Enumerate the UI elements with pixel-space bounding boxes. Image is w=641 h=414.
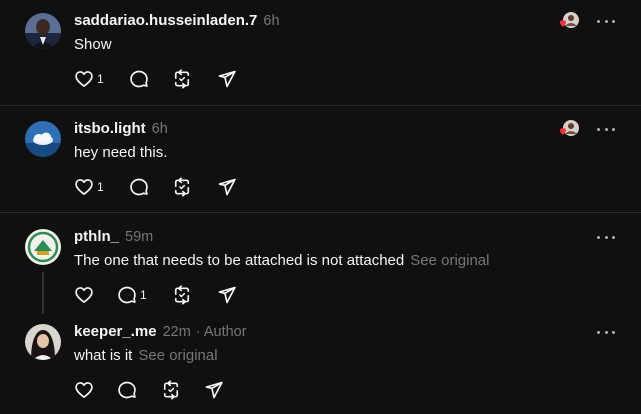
post-text-content: what is it	[74, 347, 133, 364]
more-options-button[interactable]	[597, 15, 615, 27]
username[interactable]: saddariao.husseinladen.7 6h	[74, 12, 280, 29]
post-text-content: The one that needs to be attached is not…	[74, 252, 405, 269]
heart-icon	[75, 179, 93, 195]
green-logo-avatar-icon	[25, 229, 61, 265]
avatar[interactable]	[25, 229, 61, 265]
reply-button[interactable]	[129, 68, 149, 90]
post-text: hey need this.	[74, 144, 168, 161]
username-text[interactable]: itsbo.light	[74, 120, 146, 137]
timestamp: 6h	[151, 121, 168, 137]
username[interactable]: pthln_ 59m	[74, 228, 153, 245]
send-icon	[218, 286, 236, 304]
author-label: · Author	[195, 324, 247, 340]
send-icon	[218, 178, 236, 196]
more-options-button[interactable]	[597, 231, 615, 243]
divider	[0, 212, 641, 213]
share-button[interactable]	[204, 379, 224, 401]
like-button[interactable]: 1	[74, 176, 104, 198]
repost-button[interactable]	[172, 284, 192, 306]
reply-button[interactable]	[117, 379, 137, 401]
timestamp: 59m	[125, 229, 154, 245]
username-text[interactable]: pthln_	[74, 228, 119, 245]
reply-button[interactable]: 1	[117, 284, 147, 306]
post-text: Show	[74, 36, 112, 53]
woman-portrait-avatar-icon	[25, 324, 61, 360]
see-original-link[interactable]: See original	[138, 347, 217, 364]
repost-button[interactable]	[172, 68, 192, 90]
repost-button[interactable]	[161, 379, 181, 401]
like-count: 1	[97, 180, 104, 194]
heart-icon	[75, 287, 93, 303]
cloud-avatar-icon	[25, 121, 61, 157]
timestamp: 6h	[263, 13, 280, 29]
divider	[0, 105, 641, 106]
post-text: The one that needs to be attached is not…	[74, 252, 489, 269]
like-button[interactable]: 1	[74, 68, 104, 90]
share-button[interactable]	[217, 176, 237, 198]
avatar[interactable]	[25, 121, 61, 157]
liked-by-author-badge[interactable]	[558, 119, 582, 139]
thread-line	[42, 272, 44, 314]
send-icon	[218, 70, 236, 88]
comment-icon	[130, 70, 148, 88]
repost-button[interactable]	[172, 176, 192, 198]
share-button[interactable]	[217, 284, 237, 306]
reply-button[interactable]	[129, 176, 149, 198]
repost-icon	[174, 69, 190, 89]
repost-icon	[163, 380, 179, 400]
heart-icon	[75, 71, 93, 87]
repost-icon	[174, 285, 190, 305]
man-portrait-avatar-icon	[25, 13, 61, 49]
liked-avatar-heart-icon	[559, 120, 579, 136]
avatar[interactable]	[25, 13, 61, 49]
liked-by-author-badge[interactable]	[558, 11, 582, 31]
comment-icon	[118, 381, 136, 399]
more-options-button[interactable]	[597, 326, 615, 338]
comment-icon	[130, 178, 148, 196]
username[interactable]: itsbo.light 6h	[74, 120, 168, 137]
repost-icon	[174, 177, 190, 197]
heart-icon	[75, 382, 93, 398]
reply-count: 1	[140, 288, 147, 302]
like-button[interactable]	[74, 284, 94, 306]
post-text: what is it See original	[74, 347, 218, 364]
see-original-link[interactable]: See original	[410, 252, 489, 269]
avatar[interactable]	[25, 324, 61, 360]
send-icon	[205, 381, 223, 399]
username[interactable]: keeper_.me 22m · Author	[74, 323, 247, 340]
username-text[interactable]: saddariao.husseinladen.7	[74, 12, 257, 29]
liked-avatar-heart-icon	[559, 12, 579, 28]
more-options-button[interactable]	[597, 123, 615, 135]
like-button[interactable]	[74, 379, 94, 401]
like-count: 1	[97, 72, 104, 86]
timestamp: 22m	[162, 324, 191, 340]
comment-icon	[118, 286, 136, 304]
username-text[interactable]: keeper_.me	[74, 323, 157, 340]
share-button[interactable]	[217, 68, 237, 90]
